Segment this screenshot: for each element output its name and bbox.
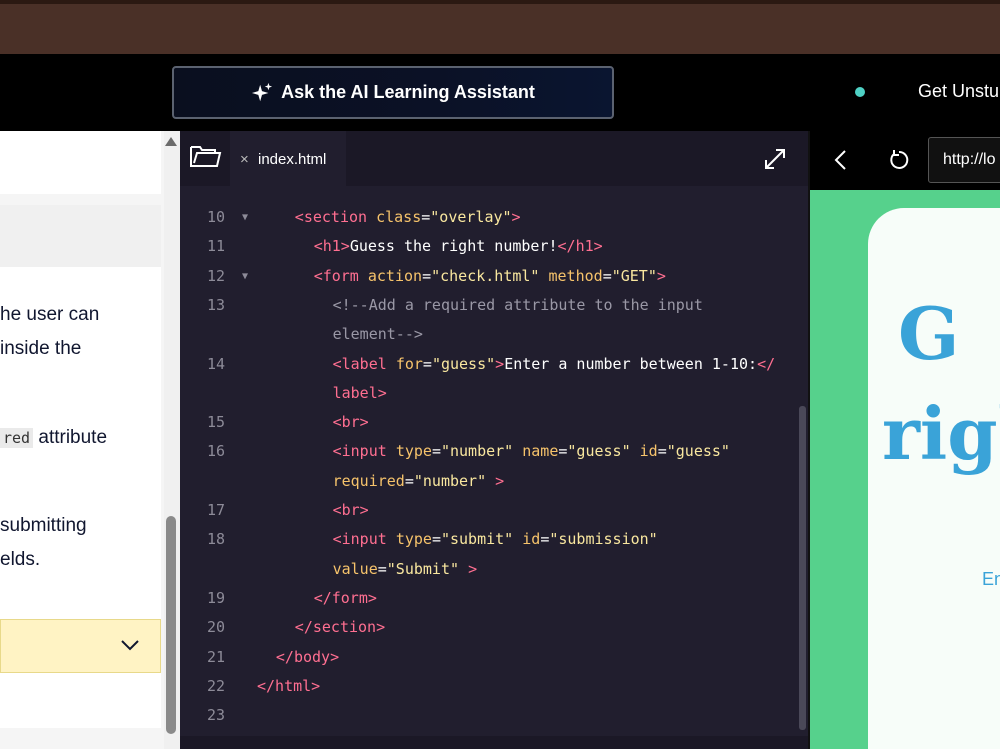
- line-number: 14: [206, 354, 225, 373]
- code-text: value="Submit" >: [332, 559, 478, 578]
- code-line[interactable]: 11 <h1>Guess the right number!</h1>: [180, 232, 795, 261]
- get-unstuck-button[interactable]: Get Unstu: [918, 81, 999, 102]
- scroll-up-arrow-icon[interactable]: [165, 137, 177, 146]
- ai-assistant-label: Ask the AI Learning Assistant: [281, 82, 535, 102]
- line-number: 19: [206, 588, 225, 607]
- code-line[interactable]: 14 <label for="guess">Enter a number betw…: [180, 350, 795, 379]
- line-number: 11: [206, 237, 225, 256]
- code-line[interactable]: required="number" >: [180, 467, 795, 496]
- browser-top-bar: [0, 0, 1000, 54]
- preview-url-bar[interactable]: http://lo: [928, 137, 1000, 183]
- line-number: 15: [206, 413, 225, 432]
- code-text: <br>: [332, 501, 369, 519]
- code-area[interactable]: 10 ▼ <section class="overlay"> 11 <h1>Guess …: [180, 186, 808, 736]
- chevron-down-icon: [121, 640, 139, 651]
- code-line[interactable]: label>: [180, 379, 795, 408]
- code-line[interactable]: 21 </body>: [180, 643, 795, 672]
- preview-heading: G: [898, 291, 960, 376]
- code-line[interactable]: 19 </form>: [180, 584, 795, 613]
- line-number: 12: [206, 266, 225, 285]
- close-tab-icon[interactable]: ×: [240, 151, 249, 168]
- preview-heading: righ: [882, 391, 1000, 476]
- folder-icon[interactable]: [188, 141, 222, 171]
- code-line[interactable]: 18 <input type="submit" id="submission": [180, 525, 795, 554]
- line-number: 20: [206, 618, 225, 637]
- refresh-icon[interactable]: [888, 149, 910, 171]
- instructions-subheader-card: [0, 205, 161, 267]
- code-text: <form action="check.html" method="GET">: [313, 266, 666, 285]
- editor-tab-bar: × index.html: [180, 131, 808, 186]
- code-text: </form>: [313, 588, 377, 607]
- code-line[interactable]: 13 <!--Add a required attribute to the in…: [180, 291, 795, 320]
- code-line[interactable]: 23: [180, 701, 795, 730]
- instruction-text: attribute: [33, 427, 108, 448]
- preview-card: [868, 208, 1000, 749]
- code-line[interactable]: 10 ▼ <section class="overlay">: [180, 203, 795, 232]
- tab-label: index.html: [258, 151, 327, 168]
- code-line[interactable]: value="Submit" >: [180, 555, 795, 584]
- line-number: 23: [206, 706, 225, 725]
- line-number: 21: [206, 647, 225, 666]
- editor-bottom-bar: [180, 736, 808, 749]
- code-text: label>: [332, 383, 387, 402]
- code-text: required="number" >: [332, 471, 505, 490]
- line-number: 22: [206, 676, 225, 695]
- top-header: Ask the AI Learning Assistant Get Unstu: [0, 54, 1000, 131]
- line-number: 10: [206, 208, 225, 226]
- code-text: <input type="submit" id="submission": [332, 530, 658, 549]
- code-line[interactable]: 17 <br>: [180, 496, 795, 525]
- fold-arrow-icon[interactable]: ▼: [242, 203, 248, 232]
- fold-arrow-icon[interactable]: ▼: [242, 262, 248, 291]
- code-text: <section class="overlay">: [294, 208, 521, 226]
- instruction-line: submitting: [0, 515, 87, 536]
- code-line[interactable]: 15 <br>: [180, 408, 795, 437]
- ai-assistant-button[interactable]: Ask the AI Learning Assistant: [172, 66, 614, 119]
- browser-preview: http://lo G righ En: [808, 131, 1000, 749]
- scrollbar-thumb[interactable]: [166, 516, 176, 734]
- code-text: </section>: [294, 618, 386, 637]
- line-number: 18: [206, 530, 225, 549]
- instruction-line: red attribute: [0, 427, 107, 449]
- line-number: 16: [206, 442, 225, 461]
- preview-label: En: [982, 569, 1000, 589]
- code-text: <h1>Guess the right number!</h1>: [313, 237, 603, 256]
- code-text: </html>: [257, 676, 321, 695]
- sparkle-icon: [252, 82, 273, 101]
- instruction-line: he user can: [0, 304, 100, 325]
- code-line[interactable]: 16 <input type="number" name="guess" id="…: [180, 437, 795, 466]
- inline-code: red: [0, 428, 34, 448]
- code-line[interactable]: element-->: [180, 320, 795, 349]
- chevron-left-icon[interactable]: [832, 149, 848, 171]
- code-line[interactable]: 20 </section>: [180, 613, 795, 642]
- instruction-line: inside the: [0, 338, 82, 359]
- preview-toolbar: http://lo: [810, 131, 1000, 190]
- editor-scrollbar[interactable]: [799, 406, 806, 730]
- code-text: <!--Add a required attribute to the inpu…: [332, 295, 703, 314]
- instructions-header-card: [0, 131, 161, 194]
- tab-index-html[interactable]: × index.html: [230, 131, 346, 186]
- instructions-pane: he user can inside the red attribute sub…: [0, 131, 180, 749]
- expand-icon[interactable]: [763, 147, 787, 171]
- hint-dropdown[interactable]: [0, 619, 161, 673]
- code-text: <input type="number" name="guess" id="gu…: [332, 442, 730, 461]
- status-dot: [855, 87, 865, 97]
- code-text: </body>: [275, 647, 340, 666]
- code-line[interactable]: 12 ▼ <form action="check.html" method="GET…: [180, 262, 795, 291]
- line-number: 13: [206, 295, 225, 314]
- code-text: element-->: [332, 325, 423, 344]
- code-line[interactable]: 22 </html>: [180, 672, 795, 701]
- code-text: <br>: [332, 413, 369, 432]
- code-text: <label for="guess">Enter a number betwee…: [332, 354, 776, 373]
- code-editor: × index.html 10 ▼ <section class="overlay"…: [180, 131, 808, 749]
- line-number: 17: [206, 501, 225, 519]
- instruction-line: elds.: [0, 549, 41, 570]
